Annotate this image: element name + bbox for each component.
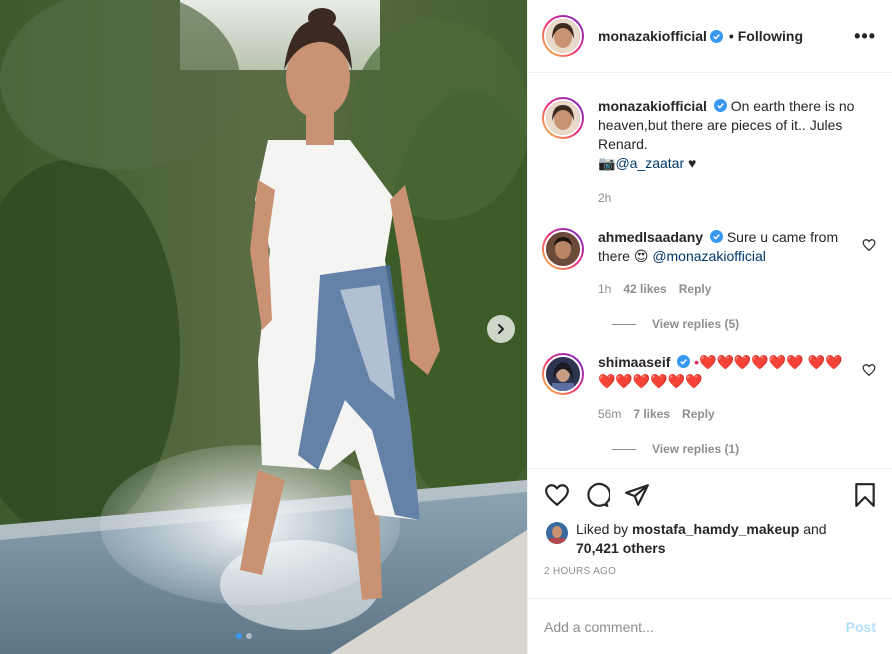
add-comment-input[interactable]: Add a comment...	[544, 619, 846, 635]
comment-text-block: shimaaseif •❤️❤️❤️❤️❤️❤️ ❤️❤️❤️❤️❤️❤️❤️❤…	[598, 353, 852, 391]
likes-count[interactable]: 70,421 others	[576, 540, 666, 556]
comment-meta: 1h 42 likes Reply	[598, 280, 852, 299]
author-avatar[interactable]	[542, 15, 584, 57]
liker-avatar-image	[546, 522, 568, 544]
post-actions-bar	[528, 468, 892, 520]
comment-avatar-image	[546, 357, 580, 391]
post-timestamp[interactable]: 2 HOURS AGO	[528, 558, 892, 586]
verified-badge-icon	[713, 99, 727, 112]
comment-text-block: ahmedlsaadany Sure u came from there 😍 @…	[598, 228, 852, 266]
comment-icon[interactable]	[584, 482, 610, 508]
likes-text: Liked by mostafa_hamdy_makeup and 70,421…	[576, 520, 827, 558]
comments-list: monazakiofficial On earth there is no he…	[528, 73, 892, 468]
comment-meta: 56m 7 likes Reply	[598, 405, 852, 424]
comment-avatar-image	[546, 232, 580, 266]
verified-badge-icon	[709, 29, 723, 43]
comment-body: ahmedlsaadany Sure u came from there 😍 @…	[598, 228, 852, 299]
follow-status-label: Following	[737, 28, 804, 44]
black-heart-emoji: ♥	[688, 155, 697, 171]
like-comment-heart-icon[interactable]	[862, 363, 876, 377]
caption: monazakiofficial On earth there is no he…	[542, 97, 876, 208]
caption-mention-link[interactable]: @a_zaatar	[615, 155, 684, 171]
view-replies-button[interactable]: View replies (1)	[612, 442, 876, 456]
caption-avatar[interactable]	[542, 97, 584, 139]
comment-avatar[interactable]	[542, 353, 584, 395]
post-header: monazakiofficial • Following •••	[528, 0, 892, 73]
more-options-icon[interactable]: •••	[854, 26, 876, 47]
carousel-dot	[246, 633, 252, 639]
comment-time[interactable]: 56m	[598, 405, 621, 424]
caption-body: monazakiofficial On earth there is no he…	[598, 97, 876, 208]
comment-likes[interactable]: 42 likes	[623, 280, 666, 299]
follow-separator: •	[728, 28, 734, 44]
heart-eyes-emoji: 😍	[633, 248, 649, 264]
comment-item: ahmedlsaadany Sure u came from there 😍 @…	[542, 228, 876, 299]
comment-username[interactable]: shimaaseif	[598, 354, 670, 370]
chevron-right-icon	[498, 324, 504, 334]
comment-likes[interactable]: 7 likes	[633, 405, 670, 424]
post-comment-button[interactable]: Post	[846, 619, 876, 635]
comment-mention-link[interactable]: @monazakiofficial	[652, 248, 766, 264]
share-icon[interactable]	[624, 482, 650, 508]
post-sidebar: monazakiofficial • Following ••• monazak…	[527, 0, 892, 654]
camera-emoji: 📷	[598, 155, 616, 171]
heart-icon[interactable]	[544, 482, 570, 508]
view-replies-label: View replies (1)	[652, 442, 740, 456]
caption-username[interactable]: monazakiofficial	[598, 98, 707, 114]
carousel-dot-active	[236, 633, 242, 639]
reply-button[interactable]: Reply	[682, 405, 715, 424]
view-replies-button[interactable]: View replies (5)	[612, 317, 876, 331]
author-avatar-image	[546, 19, 580, 53]
post-photo	[0, 0, 527, 654]
likes-joiner: and	[803, 521, 827, 537]
comment-avatar[interactable]	[542, 228, 584, 270]
follow-status[interactable]: • Following	[729, 28, 803, 44]
view-replies-label: View replies (5)	[652, 317, 740, 331]
verified-badge-icon	[677, 355, 691, 368]
bookmark-icon[interactable]	[852, 482, 878, 508]
caption-text-block: monazakiofficial On earth there is no he…	[598, 97, 876, 173]
carousel-next-button[interactable]	[487, 315, 515, 343]
comment-username[interactable]: ahmedlsaadany	[598, 229, 703, 245]
comment-time[interactable]: 1h	[598, 280, 611, 299]
likes-summary: Liked by mostafa_hamdy_makeup and 70,421…	[528, 520, 892, 558]
liker-username[interactable]: mostafa_hamdy_makeup	[632, 521, 799, 537]
caption-meta: 2h	[598, 189, 876, 208]
caption-time[interactable]: 2h	[598, 189, 611, 208]
likes-prefix: Liked by	[576, 521, 629, 537]
verified-badge-icon	[709, 230, 723, 243]
replies-divider	[612, 448, 636, 450]
like-comment-heart-icon[interactable]	[862, 238, 876, 252]
add-comment-bar: Add a comment... Post	[528, 598, 892, 654]
replies-divider	[612, 323, 636, 325]
post-media[interactable]	[0, 0, 527, 654]
liker-avatar[interactable]	[546, 522, 568, 544]
reply-button[interactable]: Reply	[679, 280, 712, 299]
carousel-indicators	[236, 633, 252, 639]
comment-body: shimaaseif •❤️❤️❤️❤️❤️❤️ ❤️❤️❤️❤️❤️❤️❤️❤…	[598, 353, 852, 424]
caption-avatar-image	[546, 101, 580, 135]
comment-item: shimaaseif •❤️❤️❤️❤️❤️❤️ ❤️❤️❤️❤️❤️❤️❤️❤…	[542, 353, 876, 424]
author-username[interactable]: monazakiofficial	[598, 28, 707, 44]
instagram-post: monazakiofficial • Following ••• monazak…	[0, 0, 892, 654]
